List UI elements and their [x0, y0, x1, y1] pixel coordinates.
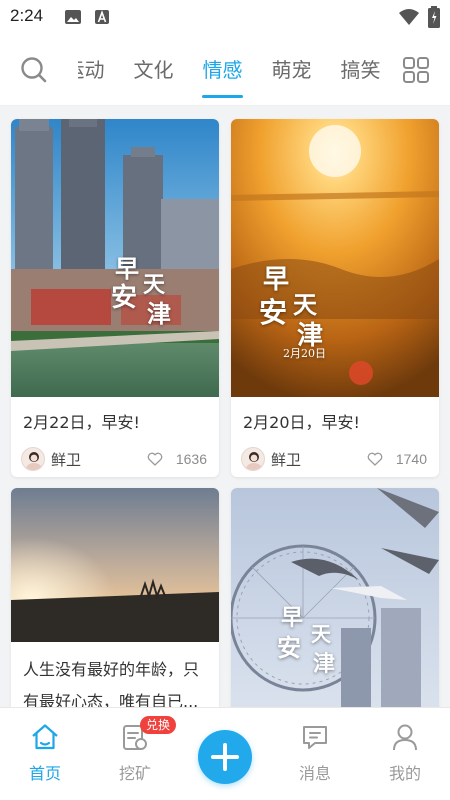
card-title: 2月22日，早安!	[23, 413, 140, 432]
plus-icon	[211, 743, 239, 771]
nav-home[interactable]: 首页	[0, 708, 90, 800]
date-overlay: 2月20日	[283, 347, 326, 360]
image-icon	[65, 10, 81, 24]
user-icon	[393, 724, 417, 751]
author-avatar[interactable]	[241, 447, 265, 471]
card-thumbnail: 早 天 安 津 2月20日	[231, 119, 439, 397]
heart-icon[interactable]	[367, 452, 383, 466]
card-meta: 鲜卫 1636	[11, 437, 219, 477]
calligraphy-tian: 天	[311, 622, 331, 646]
like-count: 1740	[395, 451, 427, 467]
heart-icon[interactable]	[147, 452, 163, 466]
tab-emotion[interactable]: 情感	[188, 34, 257, 106]
nav-messages-label: 消息	[298, 764, 331, 783]
nav-profile[interactable]: 我的	[360, 708, 450, 800]
status-bar: 2:24	[0, 0, 450, 34]
nav-mining[interactable]: 兑换 挖矿	[90, 708, 180, 800]
author-name[interactable]: 鲜卫	[51, 449, 81, 470]
exchange-badge[interactable]: 兑换	[140, 716, 177, 734]
nav-messages[interactable]: 消息	[270, 708, 360, 800]
feed-card[interactable]: 早 天 安 津	[231, 488, 439, 707]
card-title: 2月20日，早安!	[243, 413, 360, 432]
category-tabbar: 运动 文化 情感 萌宠 搞笑	[0, 34, 450, 106]
calligraphy-an: 安	[111, 283, 138, 313]
feed-card[interactable]: 早 天 安 津 2月22日，早安! 鲜卫 1636	[11, 119, 219, 477]
nav-home-label: 首页	[28, 764, 61, 783]
search-icon[interactable]	[20, 56, 48, 84]
tab-pets[interactable]: 萌宠	[257, 34, 326, 106]
card-title: 人生没有最好的年龄，只有最好心态，唯有自已...	[23, 660, 200, 707]
card-meta: 鲜卫 1740	[231, 437, 439, 477]
bottom-nav: 首页 兑换 挖矿 消息 我的	[0, 707, 450, 800]
calligraphy-an: 安	[259, 296, 288, 329]
calligraphy-an: 安	[277, 633, 301, 662]
feed-card[interactable]: 早 天 安 津 2月20日 2月20日，早安! 鲜卫 1740	[231, 119, 439, 477]
tab-sports[interactable]: 运动	[78, 34, 119, 106]
message-icon	[303, 726, 327, 749]
nav-profile-label: 我的	[388, 764, 421, 783]
feed-card[interactable]: 人生没有最好的年龄，只有最好心态，唯有自已...	[11, 488, 219, 707]
like-count: 1636	[175, 451, 207, 467]
nav-mining-label: 挖矿	[118, 764, 151, 783]
sunrise-image	[231, 119, 439, 397]
tab-culture[interactable]: 文化	[119, 34, 188, 106]
font-icon	[95, 10, 109, 24]
tab-funny[interactable]: 搞笑	[326, 34, 381, 106]
author-name[interactable]: 鲜卫	[271, 449, 301, 470]
battery-icon	[428, 6, 440, 28]
calligraphy-jin: 津	[147, 299, 171, 328]
card-thumbnail: 早 天 安 津	[11, 119, 219, 397]
card-thumbnail	[11, 488, 219, 642]
status-time: 2:24	[10, 6, 44, 25]
tabs-row: 运动 文化 情感 萌宠 搞笑	[78, 34, 380, 106]
grid-menu-icon[interactable]	[402, 56, 430, 84]
home-icon	[32, 724, 58, 750]
add-post-button[interactable]	[198, 730, 252, 784]
card-thumbnail: 早 天 安 津	[231, 488, 439, 707]
video-feed: 早 天 安 津 2月22日，早安! 鲜卫 1636 早 天 安 津 2月20日 …	[0, 107, 450, 707]
wifi-icon	[399, 9, 419, 25]
calligraphy-jin: 津	[313, 651, 336, 677]
sunset-image	[11, 488, 219, 642]
author-avatar[interactable]	[21, 447, 45, 471]
tabs-viewport: 运动 文化 情感 萌宠 搞笑	[78, 34, 380, 106]
